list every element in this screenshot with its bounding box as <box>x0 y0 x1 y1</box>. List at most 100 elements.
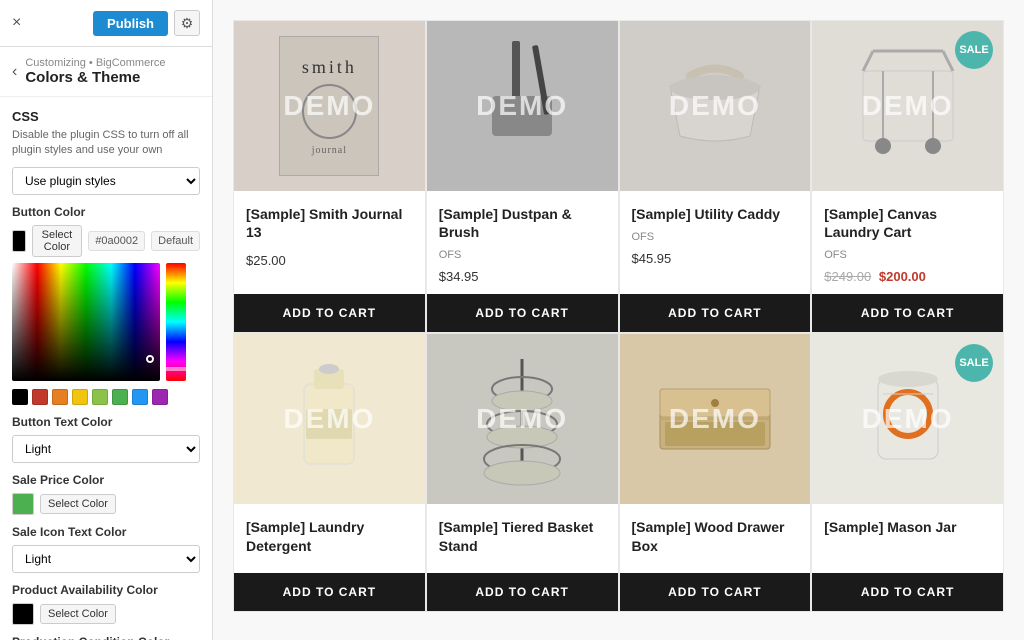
page-title: Colors & Theme <box>25 69 165 86</box>
button-text-color-label: Button Text Color <box>12 415 200 429</box>
sale-badge: SALE <box>955 31 993 69</box>
product-image: DEMO <box>620 21 811 191</box>
swatch-black[interactable] <box>12 389 28 405</box>
sidebar-nav: ‹ Customizing • BigCommerce Colors & The… <box>0 47 212 97</box>
product-card: SALE DEMO [Sample] Canvas Laundry Cart O… <box>811 20 1004 333</box>
default-button[interactable]: Default <box>151 231 200 251</box>
sale-icon-text-color-label: Sale Icon Text Color <box>12 525 200 539</box>
products-grid: smith journal DEMO [Sample] Smith Journa… <box>233 20 1004 612</box>
css-section-title: CSS <box>12 109 200 124</box>
swatch-red[interactable] <box>32 389 48 405</box>
wood-svg <box>650 369 780 469</box>
product-card: DEMO [Sample] Utility Caddy OFS $45.95 A… <box>619 20 812 333</box>
add-to-cart-button[interactable]: ADD TO CART <box>812 573 1003 611</box>
product-price: $45.95 <box>632 251 799 266</box>
css-plugin-select[interactable]: Use plugin styles <box>12 167 200 195</box>
product-card: SALE DEMO [Sample] Mason Jar ADD TO CART <box>811 333 1004 611</box>
settings-button[interactable]: ⚙ <box>174 10 200 36</box>
product-name: [Sample] Utility Caddy <box>632 205 799 223</box>
product-card: DEMO [Sample] Tiered Basket Stand ADD TO… <box>426 333 619 611</box>
product-ofs: OFS <box>632 231 799 243</box>
sale-price-select-button[interactable]: Select Color <box>40 494 116 514</box>
swatch-lightgreen[interactable] <box>92 389 108 405</box>
product-price: $25.00 <box>246 253 413 268</box>
product-info: [Sample] Utility Caddy OFS $45.95 <box>620 191 811 294</box>
product-ofs: OFS <box>824 249 991 261</box>
jar-svg <box>853 354 963 484</box>
production-condition-color-label: Production Condition Color <box>12 635 200 640</box>
button-color-swatch[interactable] <box>12 230 26 252</box>
add-to-cart-button[interactable]: ADD TO CART <box>620 294 811 332</box>
product-price: $249.00 $200.00 <box>824 269 991 284</box>
sale-badge: SALE <box>955 344 993 382</box>
swatch-green[interactable] <box>112 389 128 405</box>
product-availability-color-row: Select Color <box>12 603 200 625</box>
product-info: [Sample] Mason Jar <box>812 504 1003 572</box>
product-card: DEMO [Sample] Laundry Detergent ADD TO C… <box>233 333 426 611</box>
add-to-cart-button[interactable]: ADD TO CART <box>234 294 425 332</box>
sale-price-swatch[interactable] <box>12 493 34 515</box>
add-to-cart-button[interactable]: ADD TO CART <box>427 573 618 611</box>
basket-svg <box>472 349 572 489</box>
sale-icon-text-color-select[interactable]: Light <box>12 545 200 573</box>
select-color-button[interactable]: Select Color <box>32 225 83 257</box>
button-color-row: Select Color #0a0002 Default <box>12 225 200 257</box>
sale-price-color-row: Select Color <box>12 493 200 515</box>
close-button[interactable]: × <box>12 14 21 32</box>
product-card: smith journal DEMO [Sample] Smith Journa… <box>233 20 426 333</box>
product-availability-color-label: Product Availability Color <box>12 583 200 597</box>
swatch-yellow[interactable] <box>72 389 88 405</box>
swatch-orange[interactable] <box>52 389 68 405</box>
cart-svg <box>843 41 973 171</box>
swatch-purple[interactable] <box>152 389 168 405</box>
hue-strip[interactable] <box>166 263 186 381</box>
color-picker-dot <box>146 355 154 363</box>
button-color-label: Button Color <box>12 205 200 219</box>
product-info: [Sample] Canvas Laundry Cart OFS $249.00… <box>812 191 1003 294</box>
product-name: [Sample] Smith Journal 13 <box>246 205 413 241</box>
add-to-cart-button[interactable]: ADD TO CART <box>620 573 811 611</box>
original-price: $249.00 <box>824 269 871 284</box>
product-name: [Sample] Mason Jar <box>824 518 991 536</box>
add-to-cart-button[interactable]: ADD TO CART <box>427 294 618 332</box>
add-to-cart-button[interactable]: ADD TO CART <box>812 294 1003 332</box>
product-image: SALE DEMO <box>812 334 1003 504</box>
product-name: [Sample] Laundry Detergent <box>246 518 413 554</box>
caddy-svg <box>650 56 780 156</box>
color-swatches-row <box>12 389 200 405</box>
product-name: [Sample] Tiered Basket Stand <box>439 518 606 554</box>
publish-button[interactable]: Publish <box>93 11 168 36</box>
product-image: smith journal DEMO <box>234 21 425 191</box>
product-availability-select-button[interactable]: Select Color <box>40 604 116 624</box>
product-card: DEMO [Sample] Dustpan & Brush OFS $34.95… <box>426 20 619 333</box>
add-to-cart-button[interactable]: ADD TO CART <box>234 573 425 611</box>
product-name: [Sample] Dustpan & Brush <box>439 205 606 241</box>
main-content: smith journal DEMO [Sample] Smith Journa… <box>213 0 1024 640</box>
color-picker[interactable] <box>12 263 200 381</box>
product-name: [Sample] Canvas Laundry Cart <box>824 205 991 241</box>
product-availability-swatch[interactable] <box>12 603 34 625</box>
sidebar-header: × Publish ⚙ <box>0 0 212 47</box>
hex-value: #0a0002 <box>88 231 145 251</box>
css-section: CSS Disable the plugin CSS to turn off a… <box>0 97 212 640</box>
product-name: [Sample] Wood Drawer Box <box>632 518 799 554</box>
button-text-color-select[interactable]: Light <box>12 435 200 463</box>
color-gradient-picker[interactable] <box>12 263 160 381</box>
sale-price-color-label: Sale Price Color <box>12 473 200 487</box>
product-image: DEMO <box>427 21 618 191</box>
laundry-svg <box>284 354 374 484</box>
dustpan-svg <box>477 36 567 176</box>
back-arrow-icon[interactable]: ‹ <box>12 63 17 81</box>
publish-area: Publish ⚙ <box>93 10 200 36</box>
product-price: $34.95 <box>439 269 606 284</box>
product-info: [Sample] Dustpan & Brush OFS $34.95 <box>427 191 618 294</box>
product-image: DEMO <box>234 334 425 504</box>
product-info: [Sample] Wood Drawer Box <box>620 504 811 572</box>
swatch-blue[interactable] <box>132 389 148 405</box>
hue-handle <box>166 367 186 371</box>
product-image: SALE DEMO <box>812 21 1003 191</box>
product-info: [Sample] Tiered Basket Stand <box>427 504 618 572</box>
css-section-desc: Disable the plugin CSS to turn off all p… <box>12 128 200 159</box>
sidebar: × Publish ⚙ ‹ Customizing • BigCommerce … <box>0 0 213 640</box>
breadcrumb: Customizing • BigCommerce <box>25 57 165 69</box>
